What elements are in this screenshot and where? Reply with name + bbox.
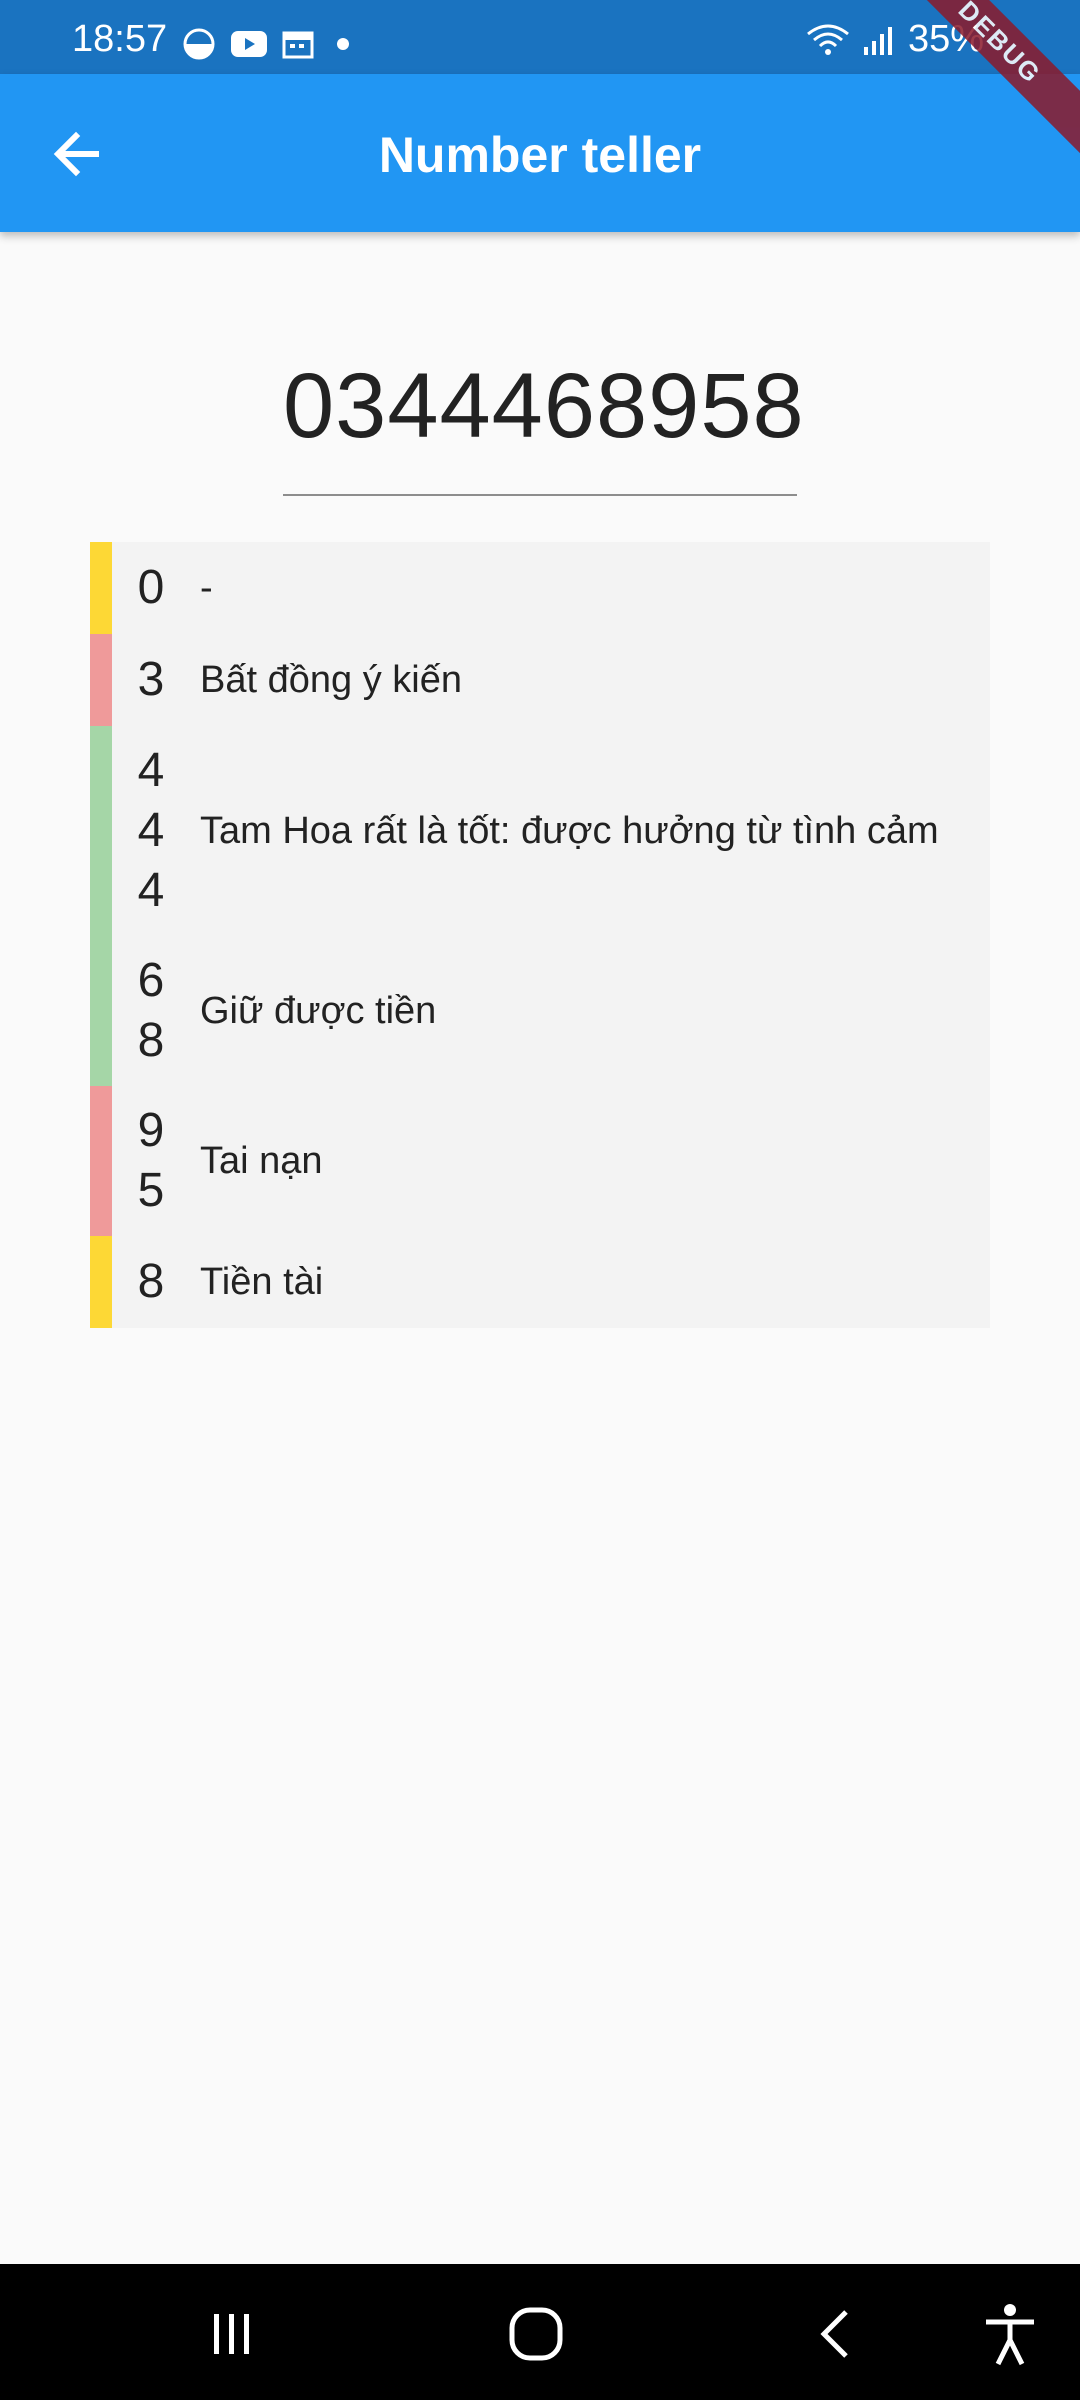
digit: 3 (137, 653, 165, 706)
signal-icon (863, 26, 892, 55)
row-digits: 8 (112, 1252, 190, 1312)
meaning-row: 3 Bất đồng ý kiến (90, 634, 990, 726)
accessibility-button[interactable] (974, 2298, 1046, 2370)
row-meaning: - (200, 566, 213, 609)
meaning-row: 8 Tiền tài (90, 1236, 990, 1328)
recents-button[interactable] (196, 2298, 268, 2370)
system-back-button[interactable] (800, 2298, 872, 2370)
row-meaning: Tai nạn (200, 1139, 323, 1182)
digit: 9 (137, 1104, 165, 1157)
row-meaning: Giữ được tiền (200, 989, 437, 1032)
wifi-icon (807, 24, 849, 55)
meaning-row: 9 5 Tai nạn (90, 1086, 990, 1236)
meanings-list: 0 - 3 Bất đồng ý kiến 4 4 4 Tam Hoa rất … (90, 542, 990, 1328)
meaning-row: 6 8 Giữ được tiền (90, 936, 990, 1086)
status-time: 18:57 (72, 18, 168, 60)
row-meaning: Tam Hoa rất là tốt: được hưởng từ tình c… (200, 809, 939, 852)
row-color-bar (90, 542, 112, 634)
youtube-icon (231, 31, 267, 57)
row-digits: 6 8 (112, 951, 190, 1071)
system-nav-bar (0, 2264, 1080, 2400)
row-digits: 3 (112, 650, 190, 710)
row-color-bar (90, 726, 112, 936)
row-color-bar (90, 936, 112, 1086)
digit: 8 (137, 1014, 165, 1067)
app-bar: Number teller (0, 74, 1080, 232)
phone-number-underline (283, 494, 797, 496)
digit: 6 (137, 954, 165, 1007)
accessibility-icon (986, 2304, 1034, 2366)
meaning-row: 4 4 4 Tam Hoa rất là tốt: được hưởng từ … (90, 726, 990, 936)
row-digits: 9 5 (112, 1101, 190, 1221)
home-icon (509, 2307, 563, 2361)
status-bar: 18:57 35% (0, 0, 1080, 74)
notification-icons (182, 24, 358, 64)
recents-icon (214, 2314, 249, 2354)
row-meaning: Tiền tài (200, 1260, 324, 1303)
half-circle-icon (183, 28, 215, 60)
row-digits: 4 4 4 (112, 741, 190, 921)
calendar-icon (282, 31, 314, 59)
digit: 4 (137, 864, 165, 917)
phone-number-display: 0344468958 (283, 355, 805, 457)
row-color-bar (90, 1236, 112, 1328)
back-icon (820, 2310, 848, 2358)
digit: 0 (137, 561, 165, 614)
dot-icon (337, 38, 349, 50)
page-title: Number teller (378, 127, 702, 183)
digit: 5 (137, 1164, 165, 1217)
row-color-bar (90, 634, 112, 726)
row-digits: 0 (112, 558, 190, 618)
digit: 8 (137, 1255, 165, 1308)
row-color-bar (90, 1086, 112, 1236)
digit: 4 (137, 804, 165, 857)
home-button[interactable] (500, 2298, 572, 2370)
row-meaning: Bất đồng ý kiến (200, 658, 462, 701)
meaning-row: 0 - (90, 542, 990, 634)
digit: 4 (137, 744, 165, 797)
